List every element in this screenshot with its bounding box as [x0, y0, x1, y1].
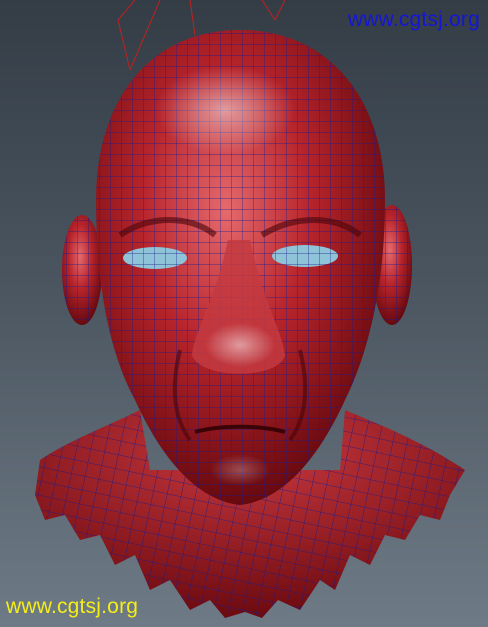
right-eye — [272, 245, 338, 267]
left-ear — [62, 215, 102, 325]
watermark-bottom: www.cgtsj.org — [6, 595, 139, 618]
left-eye — [123, 247, 187, 269]
head-model — [35, 0, 465, 618]
3d-viewport[interactable]: www.cgtsj.org www.cgtsj.org — [0, 0, 488, 627]
watermark-top: www.cgtsj.org — [347, 8, 480, 31]
